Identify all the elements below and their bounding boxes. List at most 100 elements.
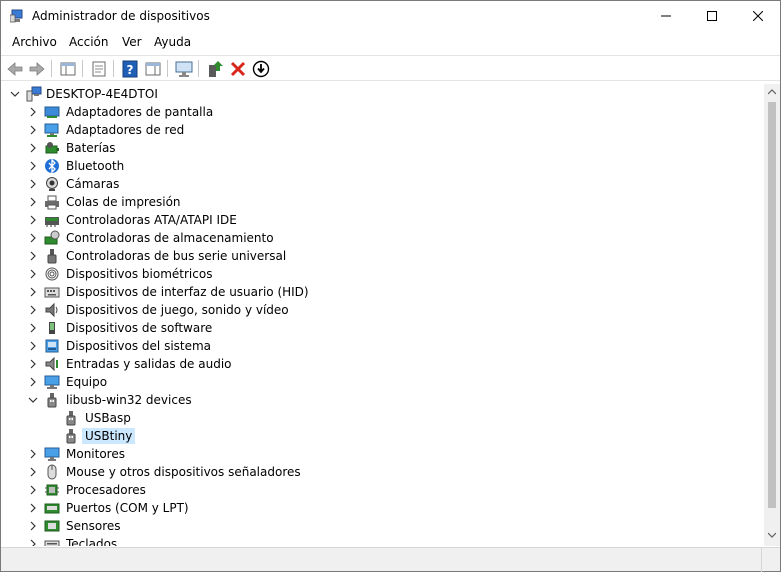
tree-category[interactable]: libusb-win32 devices [4,391,764,409]
tree-device[interactable]: USBtiny [4,427,764,445]
chevron-right-icon[interactable] [28,251,38,261]
tree-category[interactable]: Monitores [4,445,764,463]
close-icon [753,11,763,21]
tree-category[interactable]: Mouse y otros dispositivos señaladores [4,463,764,481]
chevron-right-icon[interactable] [28,215,38,225]
tree-category[interactable]: Entradas y salidas de audio [4,355,764,373]
chevron-right-icon[interactable] [28,323,38,333]
tree-category-label: Entradas y salidas de audio [66,357,232,371]
chevron-right-icon[interactable] [28,341,38,351]
minimize-button[interactable] [643,1,689,31]
scrollbar-thumb[interactable] [768,102,776,508]
chevron-right-icon[interactable] [28,359,38,369]
device-tree[interactable]: DESKTOP-4E4DTOI Adaptadores de pantalla A… [4,84,764,546]
tree-category[interactable]: Controladoras de bus serie universal [4,247,764,265]
tree-category[interactable]: Cámaras [4,175,764,193]
uninstall-device-icon[interactable] [228,59,248,79]
camera-icon [46,177,58,191]
tree-category-label: Puertos (COM y LPT) [66,501,189,515]
title-bar[interactable]: Administrador de dispositivos [1,1,780,31]
bluetooth-icon [45,158,59,174]
back-icon[interactable] [5,59,25,79]
scan-hardware-icon[interactable] [174,59,194,79]
chevron-right-icon[interactable] [28,287,38,297]
audio-io-icon [45,356,58,372]
maximize-button[interactable] [689,1,735,31]
tree-category[interactable]: Puertos (COM y LPT) [4,499,764,517]
chevron-right-icon[interactable] [28,179,38,189]
chevron-right-icon[interactable] [28,539,38,546]
tree-category[interactable]: Controladoras ATA/ATAPI IDE [4,211,764,229]
tree-category[interactable]: Dispositivos de juego, sonido y vídeo [4,301,764,319]
chevron-right-icon[interactable] [28,503,38,513]
tree-category-label: Adaptadores de red [66,123,185,137]
chevron-right-icon[interactable] [28,233,38,243]
scroll-down-icon[interactable] [768,531,776,539]
scroll-up-icon[interactable] [768,88,776,96]
chevron-right-icon[interactable] [28,467,38,477]
tree-category-label: Bluetooth [66,159,125,173]
action-pane-icon[interactable] [143,59,163,79]
tree-category[interactable]: Dispositivos de software [4,319,764,337]
tree-category-label: Dispositivos de software [66,321,213,335]
tree-category-label: Controladoras de almacenamiento [66,231,274,245]
chevron-right-icon[interactable] [28,143,38,153]
chevron-down-icon[interactable] [28,395,38,405]
chevron-right-icon[interactable] [28,521,38,531]
menu-ayuda[interactable]: Ayuda [152,35,193,49]
tree-category[interactable]: Dispositivos del sistema [4,337,764,355]
status-divider [761,548,762,572]
menu-archivo[interactable]: Archivo [10,35,59,49]
tree-category[interactable]: Procesadores [4,481,764,499]
tree-category[interactable]: Sensores [4,517,764,535]
tree-category-label: Baterías [66,141,116,155]
help-icon[interactable]: ? [120,59,140,79]
properties-icon[interactable] [89,59,109,79]
update-driver-icon[interactable] [205,59,225,79]
tree-category[interactable]: Dispositivos biométricos [4,265,764,283]
tree-category[interactable]: Controladoras de almacenamiento [4,229,764,247]
tree-category[interactable]: Colas de impresión [4,193,764,211]
tree-category[interactable]: Adaptadores de red [4,121,764,139]
chevron-right-icon[interactable] [28,125,38,135]
tree-category-label: Procesadores [66,483,146,497]
chevron-right-icon[interactable] [28,449,38,459]
vertical-scrollbar[interactable] [764,84,780,546]
toolbar-separator [167,60,168,77]
usb-plug-icon [66,429,76,444]
tree-root[interactable]: DESKTOP-4E4DTOI [4,85,764,103]
chevron-right-icon[interactable] [28,161,38,171]
tree-category-label: Adaptadores de pantalla [66,105,214,119]
close-button[interactable] [735,1,781,31]
tree-category[interactable]: Bluetooth [4,157,764,175]
chevron-right-icon[interactable] [28,197,38,207]
tree-category[interactable]: Baterías [4,139,764,157]
network-adapter-icon [44,123,59,137]
tree-category[interactable]: Dispositivos de interfaz de usuario (HID… [4,283,764,301]
usb-plug-icon [47,393,57,408]
chevron-right-icon[interactable] [28,485,38,495]
display-adapter-icon [44,106,60,118]
status-bar [1,547,780,572]
forward-icon[interactable] [27,59,47,79]
menu-accion[interactable]: Acción [67,35,110,49]
chevron-right-icon[interactable] [28,305,38,315]
usb-controller-icon [47,249,57,264]
tree-device[interactable]: USBasp [4,409,764,427]
tree-category[interactable]: Equipo [4,373,764,391]
storage-controller-icon [44,230,60,245]
device-manager-window: Administrador de dispositivos Archivo Ac… [0,0,781,572]
tree-category[interactable]: Adaptadores de pantalla [4,103,764,121]
tree-category[interactable]: Teclados [4,535,764,546]
tree-category-label: Controladoras de bus serie universal [66,249,287,263]
chevron-right-icon[interactable] [28,269,38,279]
toolbar: ? [1,55,780,81]
speaker-icon [45,302,58,318]
chevron-right-icon[interactable] [28,107,38,117]
chevron-down-icon[interactable] [10,89,20,99]
menu-ver[interactable]: Ver [120,35,144,49]
chevron-right-icon[interactable] [28,377,38,387]
console-tree-icon[interactable] [58,59,78,79]
tree-category-label: Cámaras [66,177,120,191]
disable-device-icon[interactable] [251,59,271,79]
